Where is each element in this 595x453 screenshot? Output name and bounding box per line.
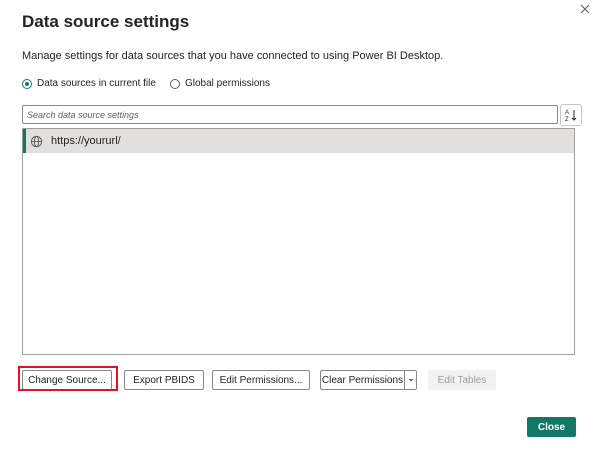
edit-permissions-button[interactable]: Edit Permissions... <box>212 370 310 390</box>
radio-checked-icon <box>22 78 32 89</box>
edit-tables-button: Edit Tables <box>428 370 496 390</box>
data-source-settings-dialog: Data source settings Manage settings for… <box>0 0 595 453</box>
radio-global-permissions-label: Global permissions <box>184 78 270 89</box>
change-source-button[interactable]: Change Source... <box>22 370 112 390</box>
close-button[interactable]: Close <box>527 417 576 437</box>
clear-permissions-button[interactable]: Clear Permissions <box>320 370 405 390</box>
radio-unchecked-icon <box>169 78 180 89</box>
clear-permissions-dropdown[interactable] <box>405 370 417 390</box>
globe-icon <box>30 135 43 147</box>
scope-radio-group: Data sources in current file Global perm… <box>22 78 284 89</box>
export-pbids-button[interactable]: Export PBIDS <box>124 370 204 390</box>
data-source-url: https://yoururl/ <box>51 135 121 147</box>
chevron-down-icon <box>408 379 413 382</box>
svg-text:A: A <box>565 110 569 116</box>
radio-global-permissions[interactable]: Global permissions <box>169 78 270 89</box>
data-source-list[interactable]: https://yoururl/ <box>22 128 575 355</box>
list-item[interactable]: https://yoururl/ <box>23 129 574 153</box>
radio-current-file[interactable]: Data sources in current file <box>22 78 156 89</box>
svg-text:Z: Z <box>565 117 569 122</box>
dialog-description: Manage settings for data sources that yo… <box>22 50 444 62</box>
dialog-title: Data source settings <box>22 12 190 31</box>
sort-button[interactable]: A Z <box>560 104 582 126</box>
search-input[interactable] <box>22 105 558 124</box>
radio-current-file-label: Data sources in current file <box>37 78 156 89</box>
close-icon[interactable] <box>578 2 592 16</box>
sort-az-icon: A Z <box>565 110 577 122</box>
